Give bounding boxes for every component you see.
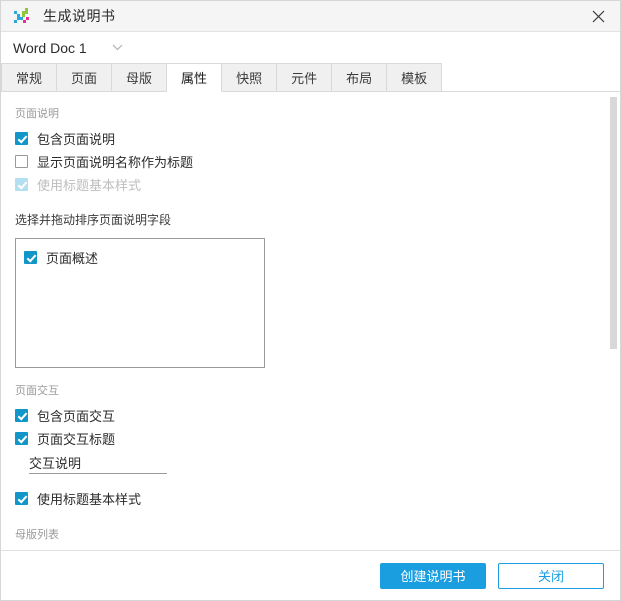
option-label: 页面交互标题 bbox=[37, 432, 116, 447]
page-note-fields-listbox[interactable]: 页面概述 bbox=[15, 238, 265, 368]
tab-label: 布局 bbox=[346, 71, 373, 86]
close-glyph bbox=[592, 10, 604, 22]
close-button[interactable]: 关闭 bbox=[498, 562, 604, 589]
close-button-label: 关闭 bbox=[537, 569, 564, 584]
tab-layout[interactable]: 布局 bbox=[332, 63, 388, 92]
create-spec-button-label: 创建说明书 bbox=[400, 569, 466, 584]
checkbox-include-page-interactions[interactable] bbox=[15, 409, 28, 422]
checkbox-use-heading-base-style-notes bbox=[15, 178, 28, 191]
checkbox-include-page-notes[interactable] bbox=[15, 132, 28, 145]
list-item-label: 页面概述 bbox=[46, 251, 99, 266]
tab-pages[interactable]: 页面 bbox=[57, 63, 113, 92]
checkbox-page-interactions-heading[interactable] bbox=[15, 432, 28, 445]
option-label: 包含页面交互 bbox=[37, 409, 116, 424]
document-selector-value: Word Doc 1 bbox=[13, 39, 87, 56]
tab-label: 元件 bbox=[291, 71, 318, 86]
option-use-heading-base-style-interactions[interactable]: 使用标题基本样式 bbox=[15, 487, 620, 510]
checkbox-use-heading-base-style-interactions[interactable] bbox=[15, 492, 28, 505]
option-label: 使用标题基本样式 bbox=[37, 178, 142, 193]
tab-label: 属性 bbox=[181, 71, 208, 86]
axure-x-logo-icon bbox=[14, 8, 29, 23]
window-title: 生成说明书 bbox=[43, 8, 116, 24]
option-show-note-name-as-heading[interactable]: 显示页面说明名称作为标题 bbox=[15, 150, 620, 173]
checkbox-show-note-name-as-heading[interactable] bbox=[15, 155, 28, 168]
tab-masters[interactable]: 母版 bbox=[112, 63, 168, 92]
document-selector[interactable]: Word Doc 1 bbox=[1, 32, 620, 63]
tab-templates[interactable]: 模板 bbox=[387, 63, 443, 92]
tab-properties[interactable]: 属性 bbox=[167, 63, 223, 92]
checkbox-page-overview[interactable] bbox=[24, 251, 37, 264]
tab-widgets[interactable]: 元件 bbox=[277, 63, 333, 92]
option-include-page-interactions[interactable]: 包含页面交互 bbox=[15, 404, 620, 427]
tab-label: 母版 bbox=[126, 71, 153, 86]
create-spec-button[interactable]: 创建说明书 bbox=[380, 562, 486, 589]
option-use-heading-base-style-notes: 使用标题基本样式 bbox=[15, 173, 620, 196]
tab-snapshots[interactable]: 快照 bbox=[222, 63, 278, 92]
properties-panel-inner: 页面说明 包含页面说明 显示页面说明名称作为标题 使用标题基本样式 选择并拖动排… bbox=[1, 105, 620, 552]
option-page-interactions-heading[interactable]: 页面交互标题 bbox=[15, 427, 620, 450]
tab-bar: 常规 页面 母版 属性 快照 元件 布局 模板 bbox=[1, 63, 620, 92]
tab-label: 常规 bbox=[16, 71, 43, 86]
tab-label: 模板 bbox=[401, 71, 428, 86]
vertical-scrollbar[interactable] bbox=[609, 93, 618, 551]
scrollbar-thumb[interactable] bbox=[610, 97, 617, 349]
properties-panel: 页面说明 包含页面说明 显示页面说明名称作为标题 使用标题基本样式 选择并拖动排… bbox=[1, 92, 620, 552]
option-label: 使用标题基本样式 bbox=[37, 492, 142, 507]
tab-general[interactable]: 常规 bbox=[1, 63, 58, 92]
close-icon[interactable] bbox=[576, 1, 620, 31]
section-title-master-list: 母版列表 bbox=[15, 529, 59, 541]
dialog-footer: 创建说明书 关闭 bbox=[1, 550, 620, 600]
option-label: 显示页面说明名称作为标题 bbox=[37, 155, 194, 170]
list-label-page-note-fields: 选择并拖动排序页面说明字段 bbox=[15, 213, 172, 227]
title-bar: 生成说明书 bbox=[1, 1, 620, 32]
page-interactions-heading-input[interactable] bbox=[29, 453, 167, 474]
list-item[interactable]: 页面概述 bbox=[24, 246, 264, 269]
section-title-page-interactions: 页面交互 bbox=[15, 385, 59, 397]
chevron-down-glyph bbox=[112, 44, 123, 51]
section-title-page-notes: 页面说明 bbox=[15, 108, 59, 120]
chevron-down-icon[interactable] bbox=[111, 41, 125, 55]
tab-label: 页面 bbox=[71, 71, 98, 86]
generate-spec-dialog: 生成说明书 Word Doc 1 常规 页面 母版 属性 快照 元件 布局 模板 bbox=[0, 0, 621, 601]
tab-label: 快照 bbox=[236, 71, 263, 86]
option-include-page-notes[interactable]: 包含页面说明 bbox=[15, 127, 620, 150]
option-label: 包含页面说明 bbox=[37, 132, 116, 147]
